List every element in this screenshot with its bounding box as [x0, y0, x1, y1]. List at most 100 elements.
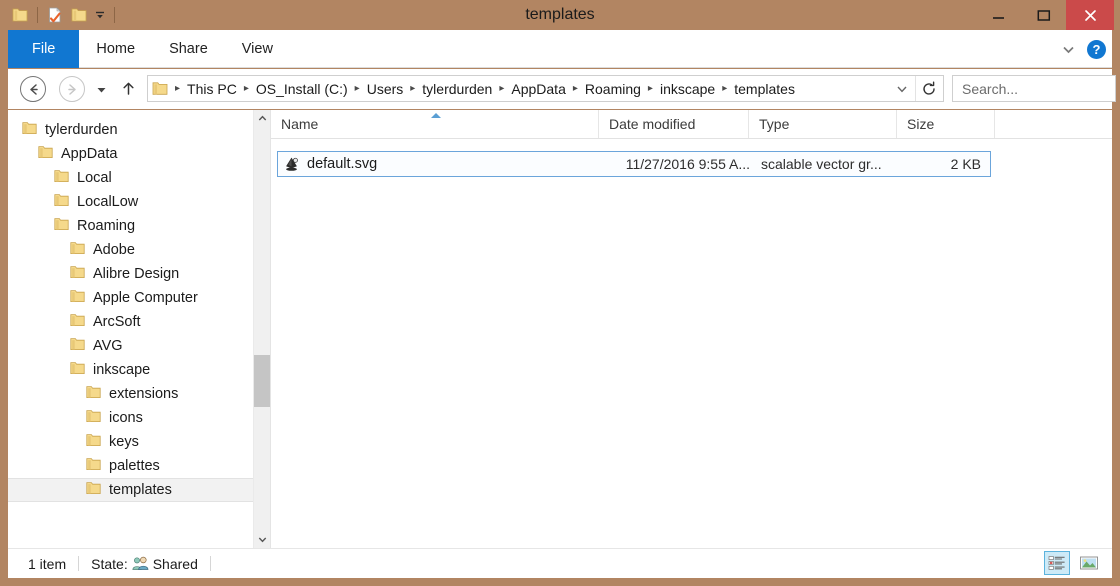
- tree-item-avg[interactable]: AVG: [8, 334, 270, 358]
- crumb-separator[interactable]: ▸: [718, 83, 731, 94]
- column-header-size-label: Size: [907, 116, 934, 132]
- recent-locations-icon[interactable]: [92, 76, 110, 102]
- table-row[interactable]: default.svg 11/27/2016 9:55 A... scalabl…: [277, 151, 991, 177]
- crumb-inkscape[interactable]: inkscape: [657, 81, 718, 97]
- crumb-os-install[interactable]: OS_Install (C:): [253, 81, 351, 97]
- minimize-button[interactable]: [976, 0, 1021, 30]
- chevron-down-icon[interactable]: [1057, 38, 1079, 60]
- tree-item-adobe[interactable]: Adobe: [8, 238, 270, 262]
- ribbon-tabs: File Home Share View: [8, 30, 1112, 68]
- file-list-pane: Name Date modified Type Size: [271, 110, 1112, 548]
- close-button[interactable]: [1066, 0, 1114, 30]
- crumb-users[interactable]: Users: [364, 81, 407, 97]
- tree-item-templates[interactable]: templates: [8, 478, 270, 502]
- explorer-window: templates File Home Share View: [0, 0, 1120, 586]
- search-input[interactable]: [953, 81, 1120, 97]
- column-header-name-label: Name: [281, 116, 318, 132]
- tab-file[interactable]: File: [8, 30, 79, 68]
- refresh-icon[interactable]: [915, 76, 941, 101]
- back-button[interactable]: [20, 76, 46, 102]
- crumb-tylerdurden[interactable]: tylerdurden: [419, 81, 495, 97]
- tree-item-alibre-design[interactable]: Alibre Design: [8, 262, 270, 286]
- file-name-cell[interactable]: default.svg: [278, 156, 604, 173]
- tree-item-local[interactable]: Local: [8, 166, 270, 190]
- folder-icon: [38, 145, 54, 163]
- folder-icon: [54, 169, 70, 187]
- up-button[interactable]: [116, 76, 140, 102]
- crumb-this-pc[interactable]: This PC: [184, 81, 240, 97]
- crumb-separator[interactable]: ▸: [644, 83, 657, 94]
- crumb-separator[interactable]: ▸: [495, 83, 508, 94]
- search-box[interactable]: [952, 75, 1116, 102]
- tree-item-appdata[interactable]: AppData: [8, 142, 270, 166]
- tree-item-palettes[interactable]: palettes: [8, 454, 270, 478]
- tree-item-label: AVG: [93, 338, 123, 354]
- folder-icon: [70, 361, 86, 379]
- tab-home[interactable]: Home: [79, 30, 152, 68]
- crumb-separator[interactable]: ▸: [406, 83, 419, 94]
- tab-view[interactable]: View: [225, 30, 290, 68]
- crumb-appdata[interactable]: AppData: [508, 81, 568, 97]
- tree-item-inkscape[interactable]: inkscape: [8, 358, 270, 382]
- address-bar[interactable]: ▸ This PC ▸ OS_Install (C:) ▸ Users ▸ ty…: [147, 75, 944, 102]
- tree-item-label: Apple Computer: [93, 290, 198, 306]
- scroll-up-icon[interactable]: [254, 110, 270, 127]
- explorer-body: tylerdurden AppDataLocalLocalLowRoaming Ad…: [8, 110, 1112, 548]
- column-header-date-modified[interactable]: Date modified: [599, 110, 749, 138]
- forward-button[interactable]: [59, 76, 85, 102]
- folder-icon: [70, 241, 86, 259]
- navigation-pane-scrollbar[interactable]: [253, 110, 270, 548]
- tree-item-label: inkscape: [93, 362, 150, 378]
- tree-item-label: ArcSoft: [93, 314, 141, 330]
- help-icon[interactable]: ?: [1087, 40, 1106, 59]
- column-header-date-modified-label: Date modified: [609, 116, 695, 132]
- status-bar: 1 item State: Shared: [8, 548, 1112, 578]
- crumb-templates[interactable]: templates: [731, 81, 798, 97]
- tree-item-tylerdurden[interactable]: tylerdurden: [8, 118, 270, 142]
- tree-item-label: Adobe: [93, 242, 135, 258]
- tree-item-label: tylerdurden: [45, 122, 118, 138]
- state-value-label: Shared: [153, 556, 198, 572]
- tree-item-arcsoft[interactable]: ArcSoft: [8, 310, 270, 334]
- folder-icon: [54, 217, 70, 235]
- tab-share[interactable]: Share: [152, 30, 225, 68]
- large-icons-view-button[interactable]: [1076, 551, 1102, 575]
- tree-item-keys[interactable]: keys: [8, 430, 270, 454]
- tree-item-label: extensions: [109, 386, 178, 402]
- folder-icon: [86, 433, 102, 451]
- folder-tree: tylerdurden AppDataLocalLocalLowRoaming Ad…: [8, 110, 270, 502]
- tree-item-locallow[interactable]: LocalLow: [8, 190, 270, 214]
- tree-item-icons[interactable]: icons: [8, 406, 270, 430]
- maximize-button[interactable]: [1021, 0, 1066, 30]
- file-date-cell: 11/27/2016 9:55 A...: [604, 156, 756, 172]
- file-type-cell: scalable vector gr...: [756, 156, 906, 172]
- crumb-roaming[interactable]: Roaming: [582, 81, 644, 97]
- column-header-type[interactable]: Type: [749, 110, 897, 138]
- tree-item-roaming[interactable]: Roaming: [8, 214, 270, 238]
- tree-item-apple-computer[interactable]: Apple Computer: [8, 286, 270, 310]
- crumb-separator[interactable]: ▸: [171, 83, 184, 94]
- tree-item-extensions[interactable]: extensions: [8, 382, 270, 406]
- folder-icon: [86, 457, 102, 475]
- shared-users-icon: [132, 556, 149, 571]
- item-count-label: 1 item: [28, 556, 66, 572]
- crumb-separator[interactable]: ▸: [240, 83, 253, 94]
- column-header-name[interactable]: Name: [271, 110, 599, 138]
- address-folder-icon: [152, 81, 169, 96]
- tree-item-label: palettes: [109, 458, 160, 474]
- address-dropdown-icon[interactable]: [891, 76, 913, 101]
- scrollbar-thumb[interactable]: [254, 355, 270, 407]
- crumb-separator[interactable]: ▸: [569, 83, 582, 94]
- crumb-separator[interactable]: ▸: [351, 83, 364, 94]
- view-buttons: [1044, 551, 1102, 575]
- inkscape-svg-icon: [283, 156, 300, 173]
- folder-icon: [86, 481, 102, 499]
- ribbon-bar: File Home Share View ?: [8, 30, 1112, 68]
- navigation-bar: ▸ This PC ▸ OS_Install (C:) ▸ Users ▸ ty…: [8, 69, 1112, 109]
- scroll-down-icon[interactable]: [254, 531, 270, 548]
- status-separator: [210, 556, 211, 571]
- column-header-size[interactable]: Size: [897, 110, 995, 138]
- status-left-group: 1 item State: Shared: [8, 556, 223, 572]
- details-view-button[interactable]: [1044, 551, 1070, 575]
- window-controls: [976, 0, 1114, 30]
